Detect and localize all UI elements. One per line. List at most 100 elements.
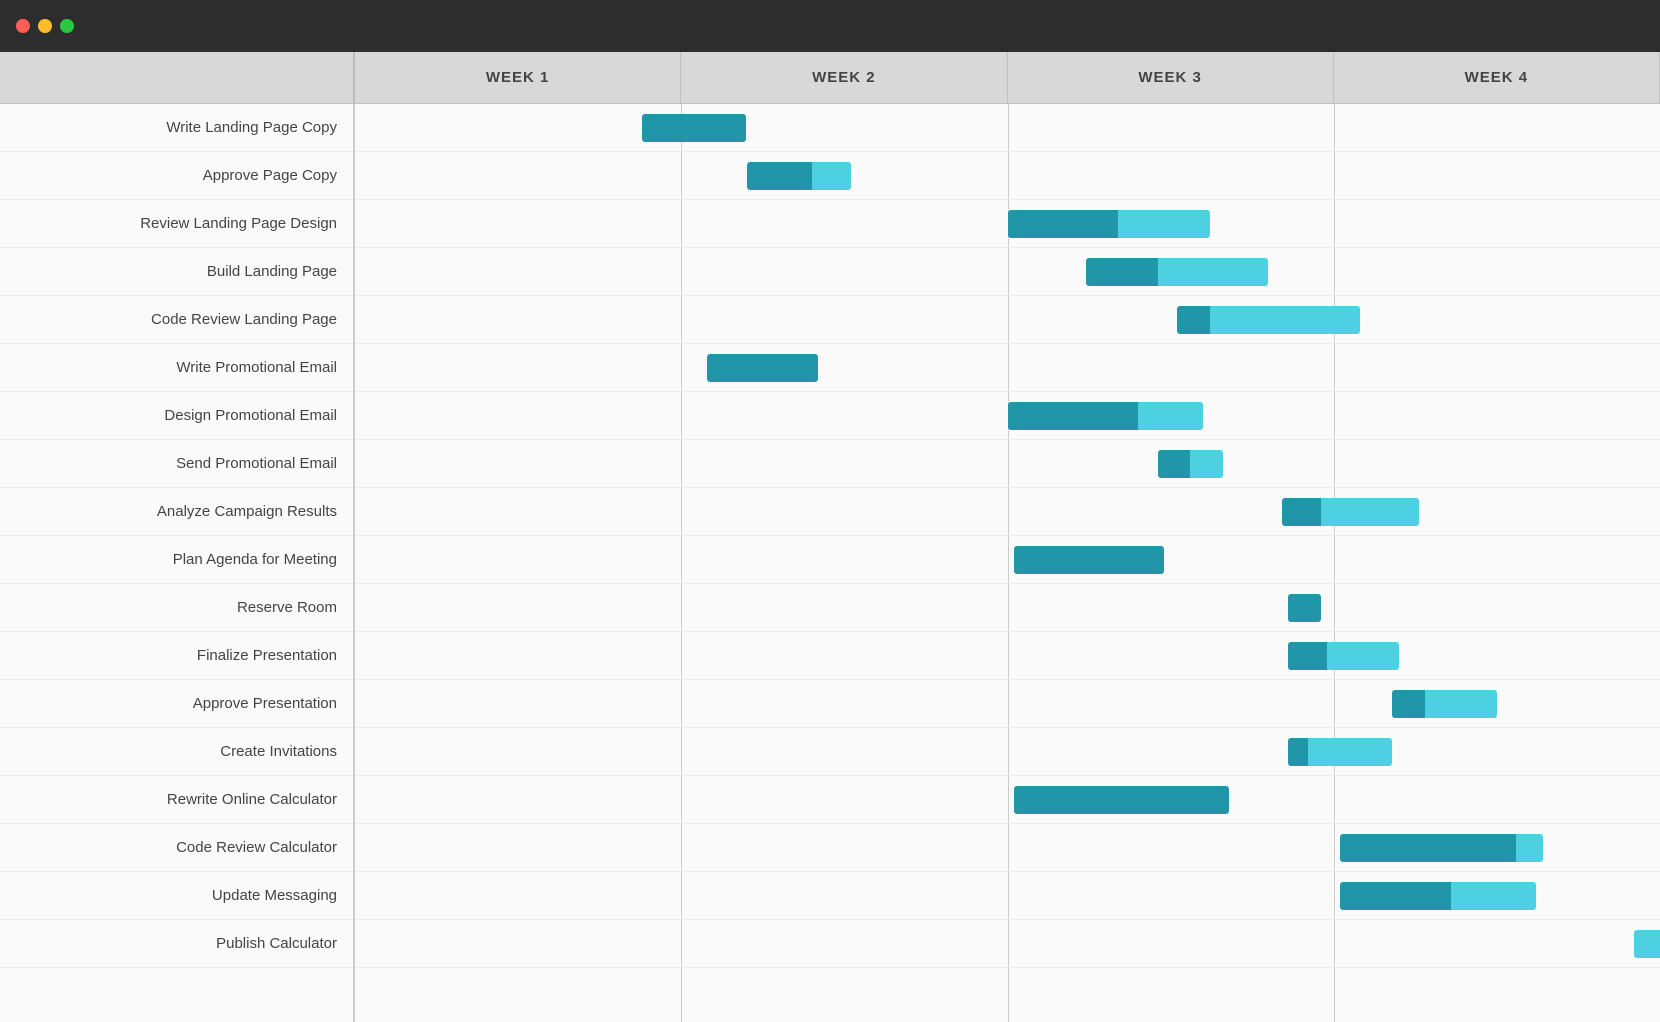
- gantt-row-17: [355, 920, 1660, 968]
- gantt-bar-16: [1340, 882, 1536, 910]
- task-labels: Write Landing Page CopyApprove Page Copy…: [0, 104, 355, 1022]
- bar-light-7: [1190, 450, 1223, 478]
- bar-dark-14: [1014, 786, 1229, 814]
- header-row: WEEK 1WEEK 2WEEK 3WEEK 4: [0, 52, 1660, 104]
- gantt-bar-15: [1340, 834, 1542, 862]
- task-label-5: Write Promotional Email: [0, 344, 353, 392]
- bar-dark-9: [1014, 546, 1164, 574]
- bar-light-15: [1516, 834, 1542, 862]
- task-label-10: Reserve Room: [0, 584, 353, 632]
- task-label-13: Create Invitations: [0, 728, 353, 776]
- task-label-7: Send Promotional Email: [0, 440, 353, 488]
- week-header-3: WEEK 3: [1008, 52, 1334, 103]
- task-label-2: Review Landing Page Design: [0, 200, 353, 248]
- bar-dark-6: [1008, 402, 1138, 430]
- gantt-bar-6: [1008, 402, 1204, 430]
- gantt-bar-12: [1392, 690, 1496, 718]
- gantt-bar-2: [1008, 210, 1210, 238]
- traffic-light-red[interactable]: [16, 19, 30, 33]
- bar-dark-13: [1288, 738, 1308, 766]
- bar-light-3: [1158, 258, 1269, 286]
- gantt-row-6: [355, 392, 1660, 440]
- bar-dark-7: [1158, 450, 1191, 478]
- gantt-row-12: [355, 680, 1660, 728]
- bar-light-2: [1118, 210, 1209, 238]
- task-label-12: Approve Presentation: [0, 680, 353, 728]
- gantt-bar-3: [1086, 258, 1269, 286]
- gantt-row-13: [355, 728, 1660, 776]
- task-label-8: Analyze Campaign Results: [0, 488, 353, 536]
- bar-dark-2: [1008, 210, 1119, 238]
- gantt-bar-13: [1288, 738, 1392, 766]
- gantt-row-3: [355, 248, 1660, 296]
- task-label-6: Design Promotional Email: [0, 392, 353, 440]
- traffic-light-yellow[interactable]: [38, 19, 52, 33]
- bar-dark-5: [707, 354, 818, 382]
- task-label-1: Approve Page Copy: [0, 152, 353, 200]
- week-header-4: WEEK 4: [1334, 52, 1660, 103]
- gantt-bar-9: [1014, 546, 1164, 574]
- week-headers: WEEK 1WEEK 2WEEK 3WEEK 4: [355, 52, 1660, 103]
- task-label-17: Publish Calculator: [0, 920, 353, 968]
- gantt-bar-1: [747, 162, 851, 190]
- bar-dark-16: [1340, 882, 1451, 910]
- task-label-15: Code Review Calculator: [0, 824, 353, 872]
- task-label-3: Build Landing Page: [0, 248, 353, 296]
- main-content: WEEK 1WEEK 2WEEK 3WEEK 4 Write Landing P…: [0, 52, 1660, 1022]
- gantt-row-10: [355, 584, 1660, 632]
- bar-dark-12: [1392, 690, 1425, 718]
- bar-dark-0: [642, 114, 746, 142]
- gantt-chart: [355, 104, 1660, 1022]
- gantt-bar-11: [1288, 642, 1399, 670]
- gantt-bar-4: [1177, 306, 1360, 334]
- task-label-9: Plan Agenda for Meeting: [0, 536, 353, 584]
- bar-dark-4: [1177, 306, 1210, 334]
- gantt-row-16: [355, 872, 1660, 920]
- bar-light-13: [1308, 738, 1393, 766]
- task-label-16: Update Messaging: [0, 872, 353, 920]
- task-label-header: [0, 52, 355, 103]
- bar-light-8: [1321, 498, 1419, 526]
- gantt-row-14: [355, 776, 1660, 824]
- gantt-row-1: [355, 152, 1660, 200]
- gantt-bar-8: [1282, 498, 1419, 526]
- gantt-row-5: [355, 344, 1660, 392]
- bar-dark-8: [1282, 498, 1321, 526]
- bar-light-17: [1634, 930, 1660, 958]
- gantt-bar-10: [1288, 594, 1321, 622]
- bar-dark-1: [747, 162, 812, 190]
- gantt-bar-5: [707, 354, 818, 382]
- gantt-row-0: [355, 104, 1660, 152]
- gantt-body: Write Landing Page CopyApprove Page Copy…: [0, 104, 1660, 1022]
- bar-dark-11: [1288, 642, 1327, 670]
- bar-light-11: [1327, 642, 1399, 670]
- gantt-row-4: [355, 296, 1660, 344]
- bar-dark-15: [1340, 834, 1516, 862]
- gantt-bar-0: [642, 114, 746, 142]
- week-header-2: WEEK 2: [681, 52, 1007, 103]
- bar-dark-10: [1288, 594, 1321, 622]
- task-label-14: Rewrite Online Calculator: [0, 776, 353, 824]
- gantt-row-9: [355, 536, 1660, 584]
- bar-light-16: [1451, 882, 1536, 910]
- bar-light-12: [1425, 690, 1497, 718]
- gantt-row-2: [355, 200, 1660, 248]
- gantt-rows: [355, 104, 1660, 968]
- gantt-row-15: [355, 824, 1660, 872]
- gantt-row-8: [355, 488, 1660, 536]
- task-label-4: Code Review Landing Page: [0, 296, 353, 344]
- bar-light-6: [1138, 402, 1203, 430]
- bar-light-1: [812, 162, 851, 190]
- gantt-bar-7: [1158, 450, 1223, 478]
- task-label-0: Write Landing Page Copy: [0, 104, 353, 152]
- week-header-1: WEEK 1: [355, 52, 681, 103]
- title-bar: [0, 0, 1660, 52]
- gantt-row-7: [355, 440, 1660, 488]
- traffic-light-green[interactable]: [60, 19, 74, 33]
- gantt-bar-14: [1014, 786, 1229, 814]
- bar-light-4: [1210, 306, 1360, 334]
- gantt-bar-17: [1634, 930, 1660, 958]
- bar-dark-3: [1086, 258, 1158, 286]
- task-label-11: Finalize Presentation: [0, 632, 353, 680]
- gantt-row-11: [355, 632, 1660, 680]
